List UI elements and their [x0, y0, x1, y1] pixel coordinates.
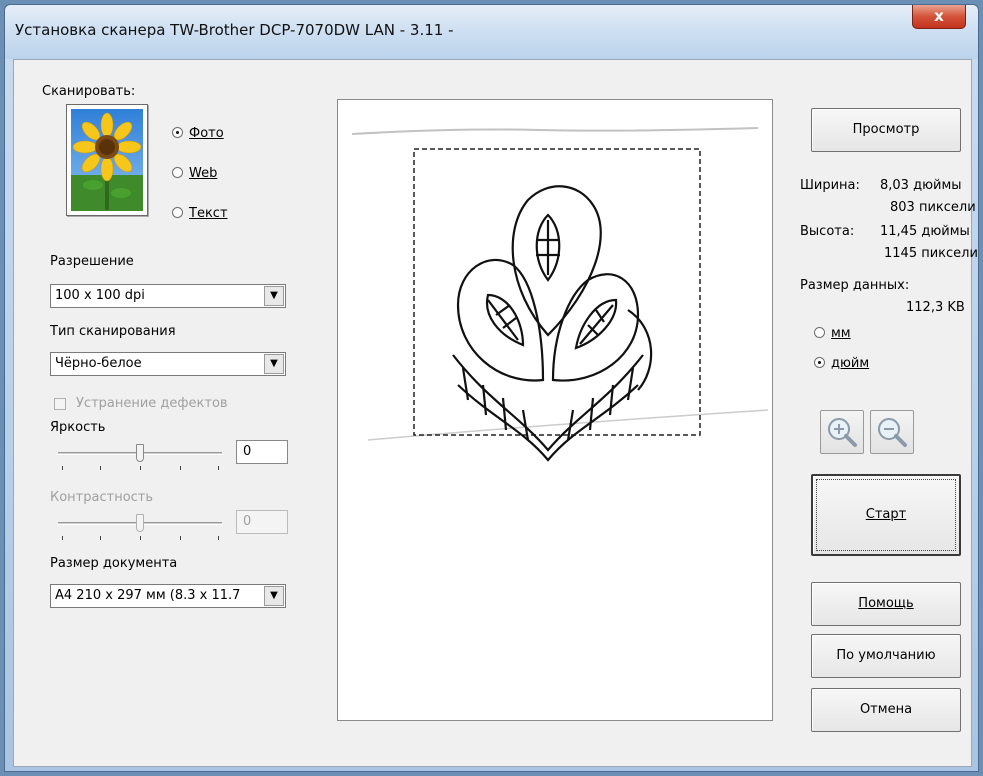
unit-option-inch[interactable]: дюйм	[814, 356, 869, 371]
brightness-input[interactable]: 0	[236, 440, 288, 464]
scan-mode-select[interactable]: Чёрно-белое ▼	[50, 352, 286, 376]
slider-tick	[62, 466, 63, 470]
zoom-in-button[interactable]	[820, 410, 864, 454]
height-pixels: 1145 пиксели	[884, 246, 978, 261]
defaults-button-label: По умолчанию	[836, 648, 936, 663]
slider-tick	[218, 536, 219, 540]
focus-ring	[816, 479, 956, 551]
resolution-select[interactable]: 100 x 100 dpi ▼	[50, 284, 286, 308]
slider-tick	[218, 466, 219, 470]
scan-option-web[interactable]: Web	[172, 166, 217, 181]
radio-photo[interactable]	[172, 127, 183, 138]
slider-tick	[140, 466, 141, 470]
cancel-button[interactable]: Отмена	[811, 688, 961, 732]
scan-type-label: Сканировать:	[42, 84, 136, 99]
contrast-input[interactable]: 0	[236, 510, 288, 534]
preview-button[interactable]: Просмотр	[811, 108, 961, 152]
radio-web[interactable]	[172, 167, 183, 178]
unit-option-mm[interactable]: мм	[814, 326, 851, 341]
chevron-down-icon[interactable]: ▼	[264, 586, 284, 606]
zoom-in-icon	[828, 418, 857, 447]
slider-tick	[140, 536, 141, 540]
help-button-label: Помощь	[858, 596, 914, 611]
data-size-label: Размер данных:	[800, 278, 910, 293]
scanned-image-preview	[351, 127, 769, 462]
document-size-value: A4 210 x 297 мм (8.3 x 11.7	[55, 588, 241, 603]
brightness-slider[interactable]	[58, 444, 222, 474]
dialog-client: Сканировать: Фото Web Текст Разрешение 1…	[13, 59, 978, 767]
slider-tick	[180, 536, 181, 540]
data-size-value: 112,3 KB	[906, 300, 965, 315]
descreen-checkbox[interactable]	[54, 398, 66, 410]
contrast-slider[interactable]	[58, 514, 222, 544]
scan-option-text[interactable]: Текст	[172, 206, 228, 221]
chevron-down-icon[interactable]: ▼	[264, 354, 284, 374]
slider-tick	[100, 466, 101, 470]
width-label: Ширина:	[800, 178, 860, 193]
scan-mode-value: Чёрно-белое	[55, 356, 142, 371]
radio-inch[interactable]	[814, 357, 825, 368]
resolution-label: Разрешение	[50, 254, 134, 269]
sunflower-icon	[71, 109, 143, 211]
scan-option-photo[interactable]: Фото	[172, 126, 224, 141]
slider-thumb[interactable]	[136, 444, 144, 462]
start-button[interactable]: Старт	[811, 474, 961, 556]
slider-tick	[62, 536, 63, 540]
width-pixels: 803 пиксели	[890, 200, 976, 215]
defaults-button[interactable]: По умолчанию	[811, 634, 961, 678]
slider-tick	[100, 536, 101, 540]
document-size-label: Размер документа	[50, 556, 178, 571]
brightness-label: Яркость	[50, 420, 106, 435]
radio-mm[interactable]	[814, 327, 825, 338]
sunflower-photo-icon	[66, 104, 148, 216]
radio-text[interactable]	[172, 207, 183, 218]
title-bar[interactable]: Установка сканера TW-Brother DCP-7070DW …	[5, 5, 978, 59]
scan-preview-area[interactable]	[337, 99, 773, 721]
scanner-setup-window: Установка сканера TW-Brother DCP-7070DW …	[4, 4, 979, 772]
scan-mode-label: Тип сканирования	[50, 324, 176, 339]
height-label: Высота:	[800, 224, 855, 239]
slider-tick	[180, 466, 181, 470]
contrast-label: Контрастность	[50, 490, 154, 505]
descreen-label: Устранение дефектов	[76, 396, 228, 411]
close-button[interactable]: x	[912, 5, 966, 29]
slider-thumb[interactable]	[136, 514, 144, 532]
window-title: Установка сканера TW-Brother DCP-7070DW …	[15, 21, 454, 39]
document-size-select[interactable]: A4 210 x 297 мм (8.3 x 11.7 ▼	[50, 584, 286, 608]
zoom-out-icon	[878, 418, 907, 447]
selection-marquee	[413, 148, 701, 436]
height-inches: 11,45 дюймы	[880, 224, 970, 239]
help-button[interactable]: Помощь	[811, 582, 961, 626]
zoom-out-button[interactable]	[870, 410, 914, 454]
resolution-value: 100 x 100 dpi	[55, 288, 145, 303]
width-inches: 8,03 дюймы	[880, 178, 962, 193]
chevron-down-icon[interactable]: ▼	[264, 286, 284, 306]
